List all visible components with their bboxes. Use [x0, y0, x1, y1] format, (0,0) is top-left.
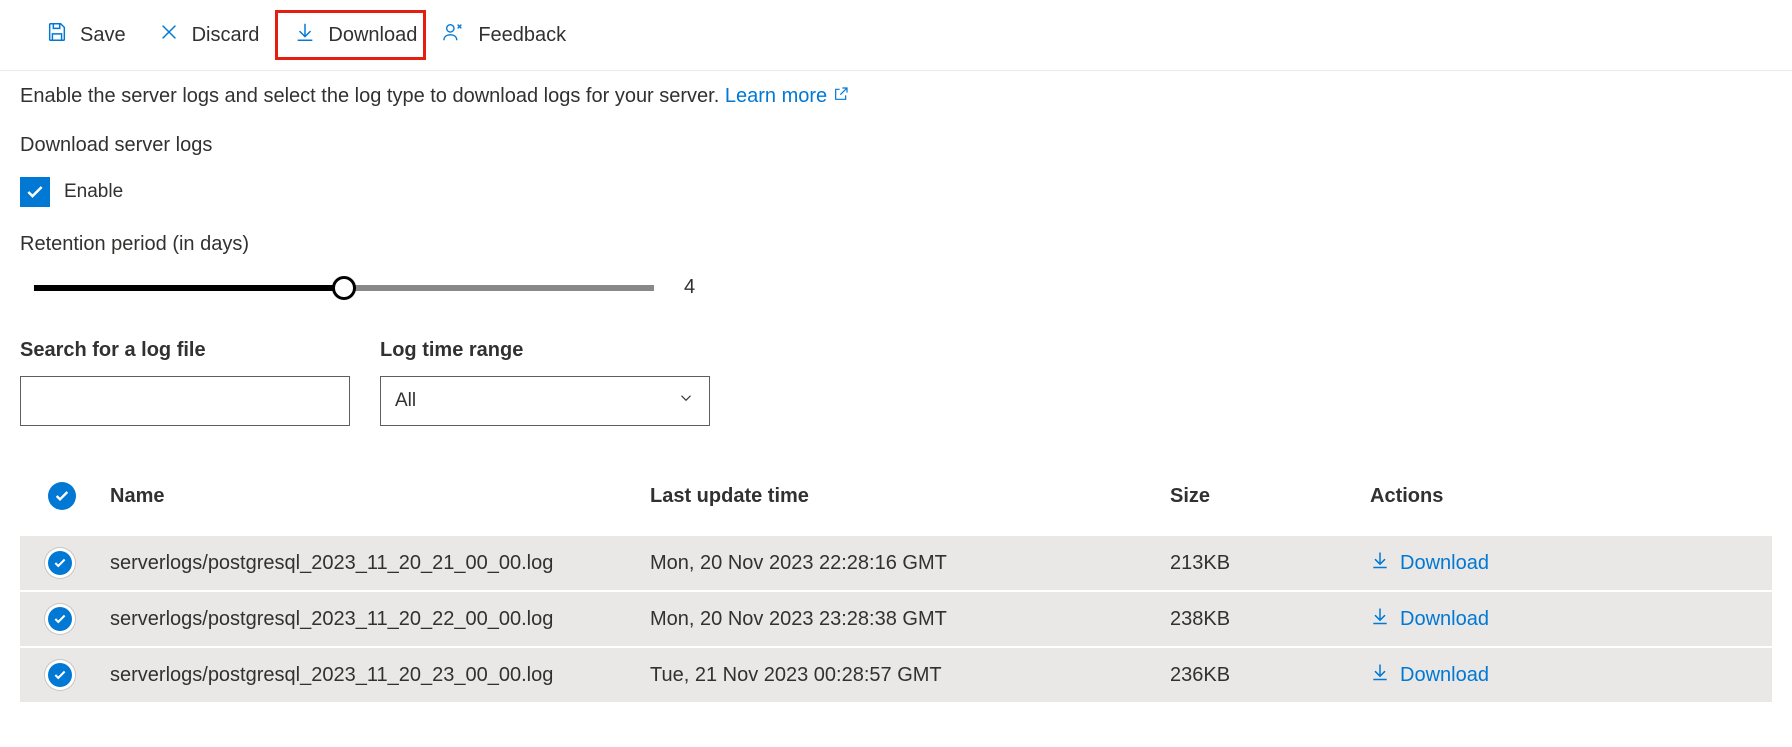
retention-slider[interactable] [34, 285, 654, 291]
discard-label: Discard [192, 24, 260, 47]
save-icon [46, 21, 68, 49]
download-icon [294, 21, 316, 49]
save-button[interactable]: Save [30, 13, 142, 57]
row-checkbox[interactable] [48, 607, 72, 631]
slider-fill [34, 285, 344, 291]
row-download-link[interactable]: Download [1370, 550, 1489, 576]
log-size: 213KB [1160, 535, 1360, 591]
retention-value: 4 [684, 276, 695, 299]
feedback-label: Feedback [478, 24, 566, 47]
table-row[interactable]: serverlogs/postgresql_2023_11_20_23_00_0… [20, 647, 1772, 702]
log-size: 236KB [1160, 647, 1360, 702]
time-range-value: All [395, 390, 416, 412]
search-input[interactable] [20, 376, 350, 426]
table-row[interactable]: serverlogs/postgresql_2023_11_20_22_00_0… [20, 591, 1772, 647]
command-bar: Save Discard Download Feedback [0, 0, 1792, 71]
time-range-select[interactable]: All [380, 376, 710, 426]
row-checkbox[interactable] [48, 663, 72, 687]
col-header-last-update[interactable]: Last update time [640, 466, 1160, 535]
log-time: Mon, 20 Nov 2023 22:28:16 GMT [640, 535, 1160, 591]
download-icon [1370, 662, 1390, 688]
row-checkbox[interactable] [48, 551, 72, 575]
row-download-label: Download [1400, 552, 1489, 575]
intro-text-line: Enable the server logs and select the lo… [20, 85, 1772, 108]
learn-more-label: Learn more [725, 85, 827, 108]
log-name: serverlogs/postgresql_2023_11_20_22_00_0… [100, 591, 640, 647]
log-name: serverlogs/postgresql_2023_11_20_21_00_0… [100, 535, 640, 591]
row-download-label: Download [1400, 664, 1489, 687]
main-content: Enable the server logs and select the lo… [0, 71, 1792, 702]
chevron-down-icon [677, 389, 695, 413]
discard-button[interactable]: Discard [142, 13, 276, 57]
log-time: Tue, 21 Nov 2023 00:28:57 GMT [640, 647, 1160, 702]
close-icon [158, 21, 180, 49]
download-button[interactable]: Download [275, 10, 426, 60]
enable-checkbox[interactable] [20, 177, 50, 207]
download-logs-heading: Download server logs [20, 134, 1772, 157]
log-time: Mon, 20 Nov 2023 23:28:38 GMT [640, 591, 1160, 647]
col-header-size[interactable]: Size [1160, 466, 1360, 535]
row-download-link[interactable]: Download [1370, 662, 1489, 688]
logs-table: Name Last update time Size Actions serve… [20, 466, 1772, 702]
intro-text: Enable the server logs and select the lo… [20, 85, 719, 107]
select-all-checkbox[interactable] [48, 482, 76, 510]
log-size: 238KB [1160, 591, 1360, 647]
col-header-name[interactable]: Name [100, 466, 640, 535]
learn-more-link[interactable]: Learn more [725, 85, 849, 108]
row-download-link[interactable]: Download [1370, 606, 1489, 632]
save-label: Save [80, 24, 126, 47]
enable-label: Enable [64, 181, 123, 203]
retention-label: Retention period (in days) [20, 233, 1772, 256]
row-download-label: Download [1400, 608, 1489, 631]
download-label: Download [328, 24, 417, 47]
download-icon [1370, 606, 1390, 632]
external-link-icon [833, 85, 849, 108]
time-range-label: Log time range [380, 339, 710, 362]
download-icon [1370, 550, 1390, 576]
table-row[interactable]: serverlogs/postgresql_2023_11_20_21_00_0… [20, 535, 1772, 591]
slider-thumb[interactable] [332, 276, 356, 300]
feedback-button[interactable]: Feedback [426, 13, 582, 57]
log-name: serverlogs/postgresql_2023_11_20_23_00_0… [100, 647, 640, 702]
search-label: Search for a log file [20, 339, 350, 362]
feedback-icon [442, 21, 466, 49]
col-header-actions: Actions [1360, 466, 1772, 535]
